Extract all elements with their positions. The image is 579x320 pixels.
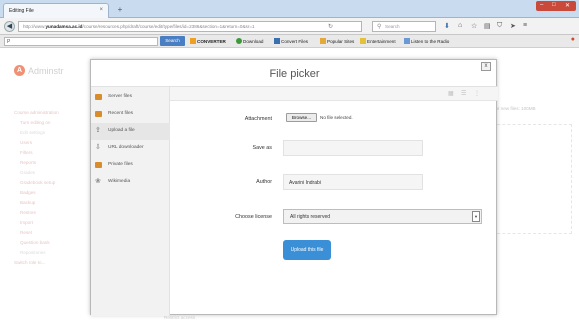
bookmark-popular-sites[interactable]: Popular Sites [320,38,354,44]
author-label: Author [256,179,272,185]
tab-title: Editing File [9,8,34,14]
repo-url-downloader[interactable]: ⇩ URL downloader [91,140,170,157]
browse-button[interactable]: Browse... [286,113,317,122]
repo-server-files[interactable]: Server files [91,89,170,106]
folder-icon [95,111,102,117]
no-file-selected-text: No file selected. [320,115,353,120]
file-picker-toolbar: ▦ ☰ ⋮ [170,87,498,101]
author-field[interactable]: Avarini Indrabi [283,174,423,190]
download-icon: ⇩ [95,144,101,151]
browser-tab[interactable]: Editing File × [3,3,109,18]
new-tab-button[interactable]: + [114,5,126,15]
close-tab-icon[interactable]: × [99,7,103,13]
bookmark-download[interactable]: Download [236,38,263,44]
toolbar-search-input[interactable]: P [4,37,158,46]
bookmark-convert-files[interactable]: Convert Files [274,38,308,44]
attachment-label: Attachment [244,116,272,122]
tree-view-icon[interactable]: ⋮ [474,90,480,97]
file-picker-dialog: File picker x Server files Recent files … [90,59,498,316]
navigation-bar: ◀ http://www.yunadamsa.ac.id/course/reso… [0,18,579,35]
back-button[interactable]: ◀ [4,21,15,32]
repo-recent-files[interactable]: Recent files [91,106,170,123]
close-dialog-button[interactable]: x [481,62,491,71]
download-arrow-icon[interactable]: ⬇ [444,22,450,30]
choose-license-label: Choose license [235,214,272,220]
maximize-icon[interactable]: □ [552,2,556,8]
bookmarks-bar: P Search CONVERTER Download Convert File… [0,35,579,48]
close-window-icon[interactable]: ✕ [565,2,570,9]
addon-icon[interactable]: ● [571,36,575,43]
toolbar-search-button[interactable]: Search [160,36,185,46]
search-box[interactable]: ⚲ Search [372,21,436,32]
search-placeholder: Search [385,24,400,29]
save-as-field[interactable] [283,140,423,156]
repo-private-files[interactable]: Private files [91,157,170,174]
reload-icon[interactable]: ↻ [328,23,333,30]
bookmark-star-icon[interactable]: ☆ [471,22,477,30]
shield-icon[interactable]: ⛉ [497,22,502,30]
repo-upload-a-file[interactable]: ⇪ Upload a file [91,123,170,140]
address-bar[interactable]: http://www.yunadamsa.ac.id/course/resour… [18,21,362,32]
url-text: http://www.yunadamsa.ac.id/course/resour… [23,24,255,29]
minimize-icon[interactable]: – [540,2,543,8]
chevron-down-icon[interactable]: ▼ [472,211,480,222]
folder-icon [95,94,102,100]
send-icon[interactable]: ➤ [510,22,516,30]
bookmark-converter[interactable]: CONVERTER [190,38,226,44]
window-controls[interactable]: – □ ✕ [536,1,576,11]
list-view-icon[interactable]: ☰ [461,90,466,97]
bookmark-radio[interactable]: Listen to the Radio [404,38,449,44]
menu-icon[interactable]: ≡ [523,22,527,29]
repository-list: Server files Recent files ⇪ Upload a fil… [91,87,170,316]
wikimedia-icon: ❀ [95,178,101,185]
upload-icon: ⇪ [95,127,101,134]
home-icon[interactable]: ⌂ [458,22,462,29]
clipboard-icon[interactable]: ▤ [484,22,491,30]
dialog-title: File picker [269,68,320,80]
upload-file-button[interactable]: Upload this file [283,240,331,260]
browser-tab-bar: Editing File × + – □ ✕ [0,0,579,18]
icon-view-icon[interactable]: ▦ [448,90,454,97]
folder-icon [95,162,102,168]
license-select[interactable]: All rights reserved ▼ [283,209,482,224]
save-as-label: Save as [252,145,272,151]
bookmark-entertainment[interactable]: Entertainment [360,38,396,44]
search-icon: ⚲ [377,24,382,30]
repo-wikimedia[interactable]: ❀ Wikimedia [91,174,170,191]
